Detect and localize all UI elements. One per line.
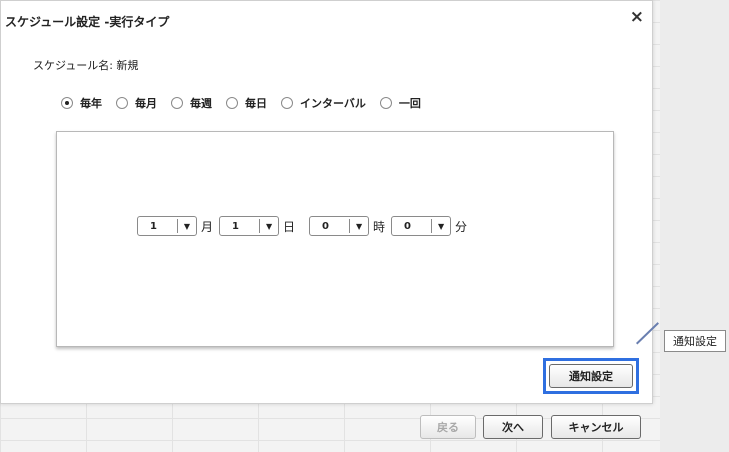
radio-label: 毎日	[245, 97, 267, 110]
minute-select[interactable]: 0 ▼	[391, 216, 452, 236]
schedule-type-radio-group: 毎年 毎月 毎週 毎日 インターバル 一回	[61, 95, 435, 111]
day-unit-label: 日	[283, 219, 296, 234]
month-unit-label: 月	[201, 219, 214, 234]
cancel-button[interactable]: キャンセル	[551, 415, 641, 439]
radio-label: 毎年	[80, 97, 102, 110]
dropdown-arrow-icon: ▼	[431, 219, 450, 233]
close-icon[interactable]: ×	[630, 9, 644, 26]
time-selector-row: 1 ▼ 月 1 ▼ 日 0 ▼ 時 0 ▼ 分	[137, 216, 473, 236]
radio-once[interactable]: 一回	[379, 95, 421, 111]
next-button[interactable]: 次へ	[483, 415, 543, 439]
radio-unchecked-icon	[281, 97, 293, 109]
radio-daily[interactable]: 毎日	[226, 95, 267, 111]
select-value: 0	[404, 220, 412, 232]
radio-unchecked-icon	[226, 97, 238, 109]
month-select[interactable]: 1 ▼	[137, 216, 197, 236]
radio-yearly[interactable]: 毎年	[61, 95, 102, 111]
radio-monthly[interactable]: 毎月	[116, 95, 157, 111]
radio-unchecked-icon	[116, 97, 128, 109]
radio-label: 毎週	[190, 97, 212, 110]
radio-weekly[interactable]: 毎週	[171, 95, 212, 111]
radio-label: インターバル	[300, 97, 366, 110]
dropdown-arrow-icon: ▼	[177, 219, 196, 233]
schedule-name-label: スケジュール名: 新規	[33, 59, 139, 72]
dropdown-arrow-icon: ▼	[349, 219, 368, 233]
schedule-dialog: スケジュール設定 -実行タイプ × スケジュール名: 新規 毎年 毎月 毎週 毎…	[0, 0, 653, 404]
notify-settings-button[interactable]: 通知設定	[549, 364, 633, 388]
radio-label: 一回	[398, 97, 421, 110]
select-value: 1	[232, 220, 239, 232]
select-value: 0	[322, 220, 329, 232]
day-select[interactable]: 1 ▼	[219, 216, 280, 236]
yearly-settings-panel: 1 ▼ 月 1 ▼ 日 0 ▼ 時 0 ▼ 分	[56, 131, 614, 347]
hour-select[interactable]: 0 ▼	[309, 216, 370, 236]
radio-unchecked-icon	[171, 97, 183, 109]
hour-unit-label: 時	[373, 219, 386, 234]
radio-checked-icon	[61, 97, 73, 109]
select-value: 1	[150, 220, 157, 232]
back-button[interactable]: 戻る	[420, 415, 476, 439]
radio-unchecked-icon	[379, 97, 392, 109]
minute-unit-label: 分	[455, 219, 468, 234]
dropdown-arrow-icon: ▼	[259, 219, 278, 233]
notify-callout-label: 通知設定	[664, 330, 726, 352]
radio-label: 毎月	[135, 97, 157, 110]
dialog-title: スケジュール設定 -実行タイプ	[5, 15, 170, 29]
radio-interval[interactable]: インターバル	[281, 95, 366, 111]
